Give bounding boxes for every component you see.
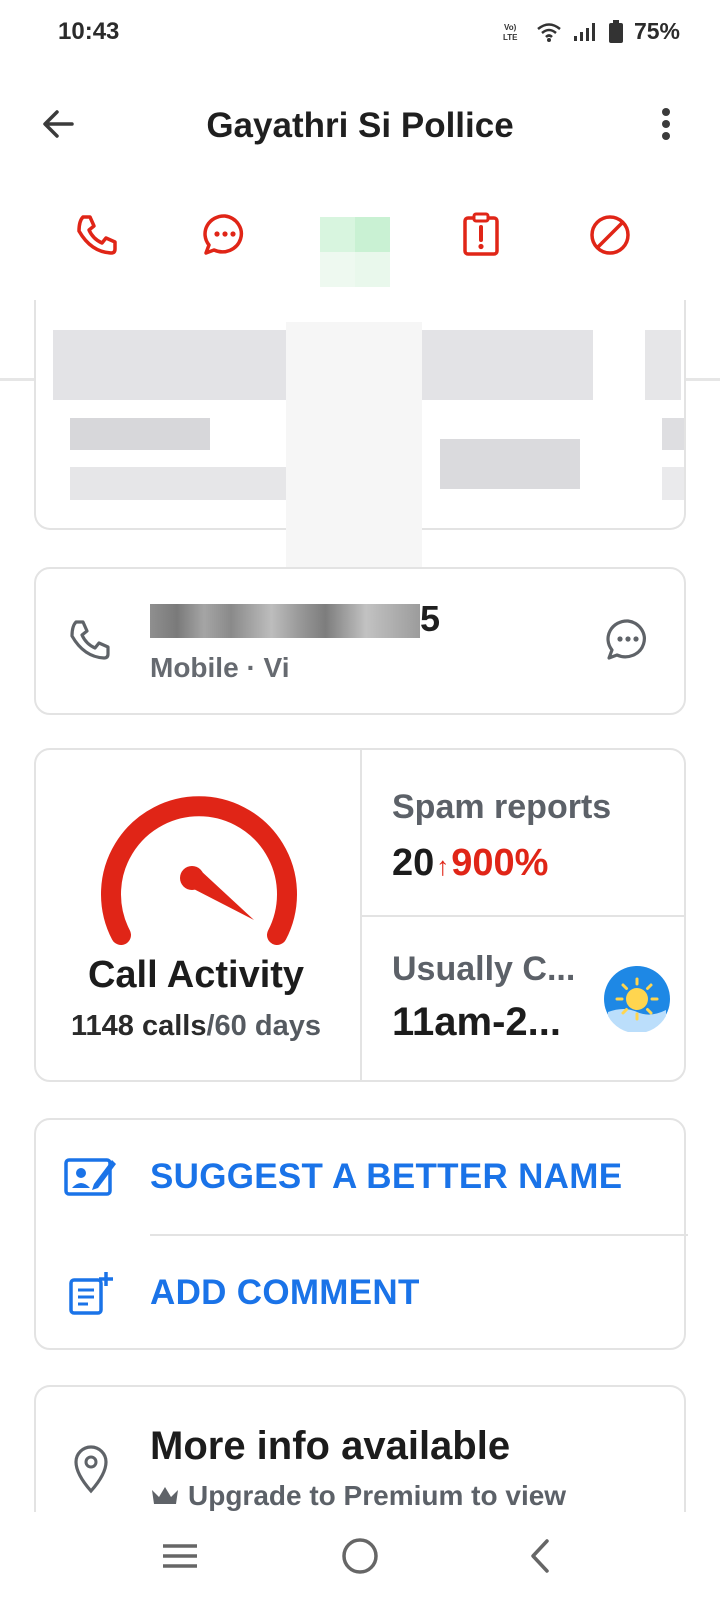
volte-icon: Vo) LTE [503,23,518,42]
sun-icon [604,966,670,1032]
status-time: 10:43 [58,18,120,45]
sms-button[interactable] [604,616,652,664]
call-action-button[interactable] [62,200,132,270]
svg-text:Vo): Vo) [504,23,517,32]
page-title: Gayathri Si Pollice [206,106,514,145]
redacted-block [70,418,210,450]
app-bar: Gayathri Si Pollice [0,80,720,175]
spam-reports-value: 20 ↑ 900% [392,842,548,885]
suggest-name-label: SUGGEST A BETTER NAME [150,1157,623,1196]
redacted-block [286,322,422,607]
battery-percentage: 75% [633,18,680,44]
block-icon [590,215,630,255]
home-circle-icon [342,1538,378,1574]
system-nav-bar [0,1512,720,1600]
status-icons: Vo) LTE 75% [502,18,680,45]
recent-apps-button[interactable] [140,1526,220,1586]
system-back-button[interactable] [500,1526,580,1586]
premium-upsell-label: Upgrade to Premium to view [188,1480,567,1511]
crown-icon [152,1487,178,1504]
usually-calls-label: Usually C... [392,950,576,988]
spam-change: 900% [451,842,549,884]
phone-number: 5 [420,598,441,639]
redacted-block [645,330,681,400]
phone-number-card[interactable] [34,567,686,715]
wifi-icon [537,22,561,42]
home-button[interactable] [320,1526,400,1586]
message-action-button[interactable] [190,200,260,270]
add-comment-icon [69,1272,113,1315]
report-icon [463,212,499,256]
phone-type: Mobile · Vi [150,652,290,683]
more-options-button[interactable] [638,96,694,152]
svg-text:LTE: LTE [503,33,518,42]
chevron-left-icon [531,1539,549,1573]
location-pin-icon [74,1445,108,1494]
spam-count: 20 [392,842,435,884]
report-action-button[interactable] [446,200,516,270]
call-activity-gauge-icon [101,796,297,945]
phone-icon [77,215,117,255]
more-vertical-icon [662,108,670,140]
chat-bubble-icon [606,619,646,660]
more-info-title: More info available [150,1424,511,1468]
call-period: /60 days [206,1010,321,1042]
chat-bubble-icon [203,214,244,255]
add-comment-label: ADD COMMENT [150,1273,420,1312]
phone-icon [70,620,110,660]
redacted-block [662,467,684,500]
usually-calls-value: 11am-2... [392,1000,562,1044]
redacted-block [440,439,580,489]
stats-divider [362,915,686,917]
block-action-button[interactable] [575,200,645,270]
signal-icon [573,22,595,41]
call-activity-subtitle: 1148 calls/60 days [34,1010,358,1043]
edit-name-icon [64,1158,116,1196]
redacted-number [150,604,420,638]
spam-reports-label: Spam reports [392,788,612,826]
call-activity-title: Call Activity [87,954,305,996]
status-bar: 10:43 Vo) LTE 75% [0,0,720,70]
redacted-whatsapp-button[interactable] [320,217,390,287]
arrow-up-icon: ↑ [436,851,450,881]
redacted-block [662,418,684,450]
battery-icon [608,19,623,43]
premium-upsell[interactable]: Upgrade to Premium to view [150,1480,566,1512]
call-count: 1148 calls [71,1010,207,1042]
menu-icon [163,1544,197,1568]
